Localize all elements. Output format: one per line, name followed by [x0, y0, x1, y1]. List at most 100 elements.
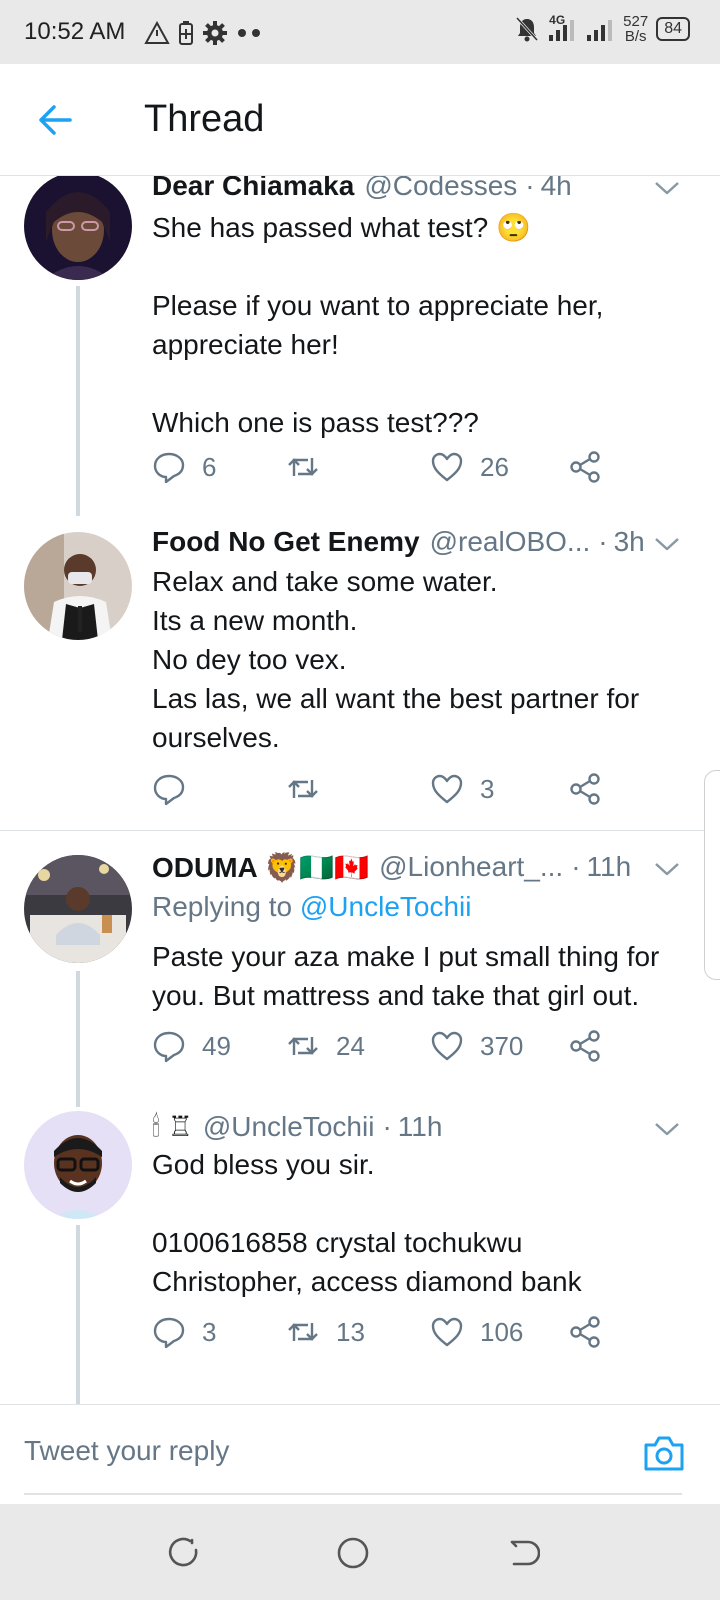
retweet-button[interactable]	[286, 450, 336, 484]
tweet-line: Paste your aza make I put small thing fo…	[152, 941, 660, 972]
tweet-line: appreciate her!	[152, 329, 339, 360]
reply-input[interactable]: Tweet your reply	[24, 1435, 229, 1467]
chevron-down-icon[interactable]	[654, 536, 680, 552]
like-button[interactable]: 3	[430, 772, 494, 806]
home-icon[interactable]	[336, 1536, 370, 1570]
share-icon	[570, 451, 600, 483]
edge-panel-handle[interactable]	[704, 770, 720, 980]
reply-button[interactable]	[152, 772, 202, 806]
share-button[interactable]	[568, 772, 602, 806]
tweet-header: ODUMA 🦁🇳🇬🇨🇦 @Lionheart_... · 11h	[152, 849, 650, 885]
system-nav-bar	[0, 1504, 720, 1600]
heart-icon	[431, 1031, 463, 1061]
gear-icon	[203, 21, 227, 45]
share-button[interactable]	[568, 1315, 602, 1349]
like-button[interactable]: 106	[430, 1315, 523, 1349]
avatar[interactable]	[24, 855, 132, 963]
tweet[interactable]: ODUMA 🦁🇳🇬🇨🇦 @Lionheart_... · 11h Replyin…	[0, 831, 720, 1107]
reply-button[interactable]: 6	[152, 450, 216, 484]
avatar[interactable]	[24, 176, 132, 280]
signal-icon	[587, 20, 613, 41]
tweet-line	[152, 364, 690, 403]
heart-icon	[431, 774, 463, 804]
signal-4g-icon: 4G	[547, 13, 577, 43]
thread-timeline[interactable]: Dear Chiamaka @Codesses · 4h She has pas…	[0, 176, 720, 1404]
tweet-actions: 3	[152, 772, 612, 812]
tweet-line: God bless you sir.	[152, 1149, 375, 1180]
avatar[interactable]	[24, 532, 132, 640]
reply-icon	[153, 452, 185, 484]
retweet-count: 13	[336, 1316, 365, 1347]
tweet[interactable]: Dear Chiamaka @Codesses · 4h She has pas…	[0, 176, 720, 516]
tweet-line: Please if you want to appreciate her,	[152, 290, 604, 321]
thread-connector	[76, 971, 80, 1107]
retweet-count: 24	[336, 1030, 365, 1061]
like-count: 26	[480, 451, 509, 482]
author-name[interactable]: 🕯 ♖	[152, 1110, 193, 1144]
separator-dot: ·	[598, 526, 608, 557]
tweet[interactable]: 🕯 ♖ @UncleTochii · 11h God bless you sir…	[0, 1107, 720, 1404]
battery-indicator: 84	[656, 17, 690, 41]
top-app-bar: Thread	[0, 64, 720, 176]
like-button[interactable]: 26	[430, 450, 509, 484]
author-handle[interactable]: @realOBO...	[430, 526, 591, 558]
tweet-line	[152, 1184, 690, 1223]
tweet-time: 11h	[397, 1111, 443, 1142]
tweet[interactable]: Food No Get Enemy @realOBO... · 3h Relax…	[0, 516, 720, 830]
status-left-icons	[144, 20, 262, 46]
heart-icon	[431, 1317, 463, 1347]
arrow-left-icon[interactable]	[36, 100, 76, 140]
tweet-line: Which one is pass test???	[152, 407, 479, 438]
tweet-time: 11h	[586, 851, 632, 882]
separator-dot: ·	[382, 1111, 392, 1142]
tweet-line: 0100616858 crystal tochukwu	[152, 1227, 523, 1258]
bell-off-icon	[516, 16, 539, 42]
author-name[interactable]: Dear Chiamaka	[152, 176, 354, 202]
retweet-button[interactable]: 24	[286, 1029, 365, 1063]
share-icon	[570, 1316, 600, 1348]
tweet-line: Las las, we all want the best partner fo…	[152, 683, 640, 714]
author-name[interactable]: ODUMA 🦁🇳🇬🇨🇦	[152, 851, 369, 884]
tweet-line: Relax and take some water.	[152, 566, 498, 597]
tweet-text: God bless you sir. 0100616858 crystal to…	[152, 1145, 690, 1301]
share-button[interactable]	[568, 450, 602, 484]
like-count: 370	[480, 1030, 524, 1061]
replying-to-mention[interactable]: @UncleTochii	[300, 891, 472, 922]
retweet-icon	[288, 1323, 318, 1341]
retweet-button[interactable]: 13	[286, 1315, 365, 1349]
author-handle[interactable]: @Lionheart_...	[379, 851, 563, 883]
chevron-down-icon[interactable]	[654, 180, 680, 196]
author-handle[interactable]: @UncleTochii	[203, 1111, 375, 1143]
page-title: Thread	[144, 98, 265, 140]
like-count: 106	[480, 1316, 524, 1347]
chevron-down-icon[interactable]	[654, 861, 680, 877]
tweet-line	[152, 247, 690, 286]
status-bar: 10:52 AM 4G 527 B/s 84	[0, 0, 720, 64]
share-button[interactable]	[568, 1029, 602, 1063]
separator-dot: ·	[525, 176, 535, 201]
separator-dot: ·	[571, 851, 581, 882]
author-handle[interactable]: @Codesses	[364, 176, 517, 202]
speed-unit: B/s	[624, 28, 647, 45]
reply-composer: Tweet your reply	[0, 1404, 720, 1504]
replying-to: Replying to @UncleTochii	[152, 891, 471, 923]
tweet-header: 🕯 ♖ @UncleTochii · 11h	[152, 1109, 650, 1145]
thread-connector	[76, 286, 80, 516]
tweet-line: ourselves.	[152, 722, 280, 753]
author-name[interactable]: Food No Get Enemy	[152, 526, 420, 558]
tweet-line: She has passed what test? 🙄	[152, 212, 531, 243]
chevron-down-icon[interactable]	[654, 1121, 680, 1137]
back-icon[interactable]	[506, 1536, 540, 1570]
reply-button[interactable]: 49	[152, 1029, 231, 1063]
retweet-icon	[288, 458, 318, 476]
camera-icon[interactable]	[642, 1433, 686, 1473]
speed-value: 527	[623, 13, 649, 30]
avatar[interactable]	[24, 1111, 132, 1219]
reply-button[interactable]: 3	[152, 1315, 216, 1349]
recent-apps-icon[interactable]	[166, 1536, 200, 1570]
tweet-actions: 49 24 370	[152, 1029, 612, 1069]
tweet-line: Its a new month.	[152, 605, 358, 636]
battery-saver-icon	[179, 21, 193, 45]
like-button[interactable]: 370	[430, 1029, 523, 1063]
retweet-button[interactable]	[286, 772, 336, 806]
